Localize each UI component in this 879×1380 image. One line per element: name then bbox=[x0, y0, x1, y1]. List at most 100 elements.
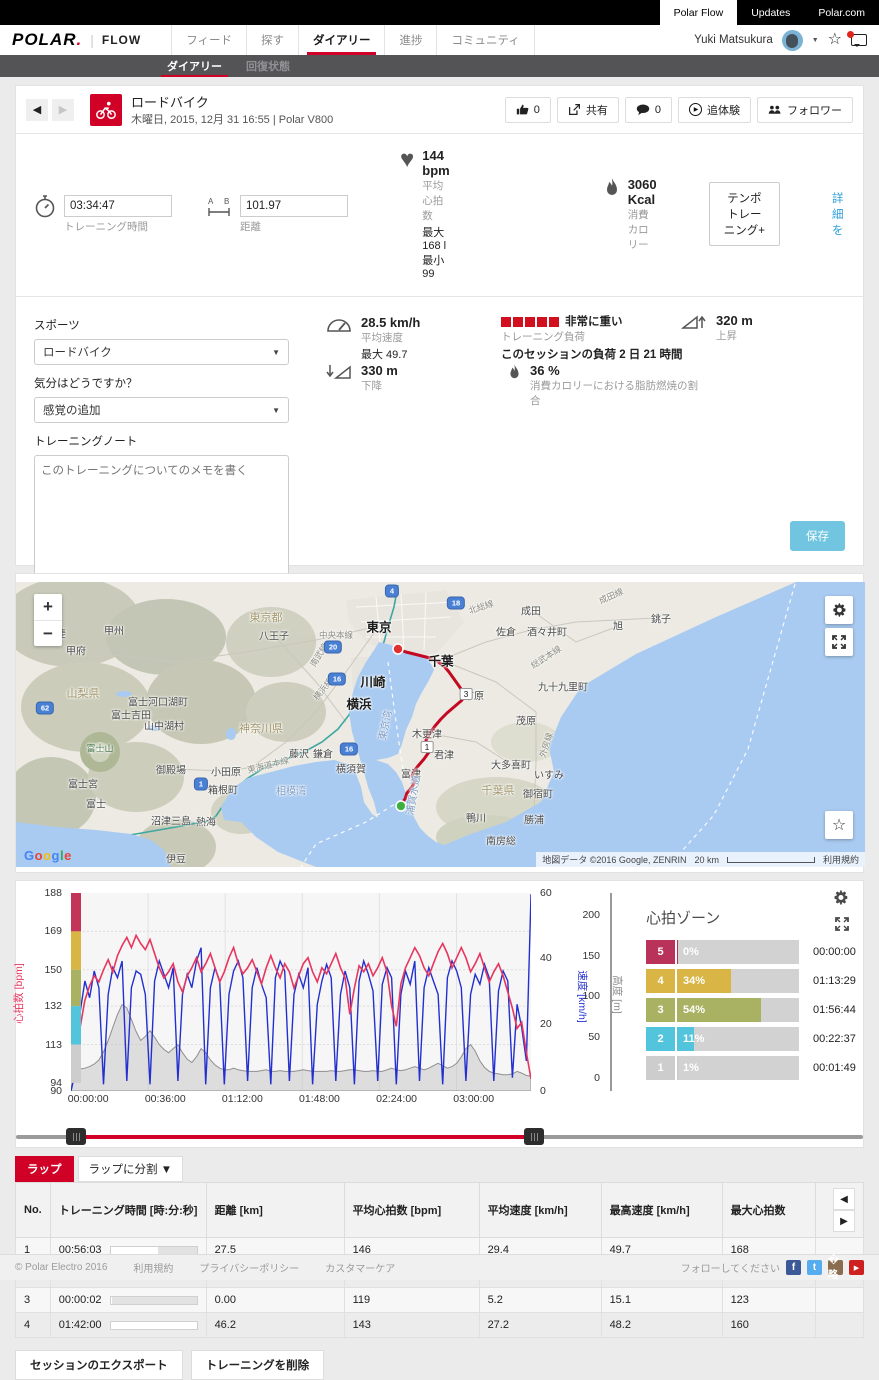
hr-zone-row: 2 11% 00:22:37 bbox=[646, 1027, 864, 1051]
table-row[interactable]: 4 01:42:00 46.2 143 27.2 48.2 160 bbox=[16, 1313, 864, 1338]
sport-select[interactable]: ロードバイク▼ bbox=[34, 339, 289, 365]
lap-column-header: 最高速度 [km/h] bbox=[601, 1183, 722, 1238]
zone-number: 4 bbox=[646, 969, 675, 993]
zone-percent: 11% bbox=[683, 1033, 704, 1045]
user-name[interactable]: Yuki Matsukura bbox=[694, 34, 773, 46]
map-data-credit: 地図データ ©2016 Google, ZENRIN bbox=[542, 853, 686, 866]
nav-item-community[interactable]: コミュニティ bbox=[437, 25, 534, 55]
stats-row: トレーニング時間 AB 距離 ♥ 144 bpm 平均心拍数 最大 168 l … bbox=[16, 134, 863, 297]
notifications-icon[interactable] bbox=[851, 34, 867, 46]
tab-updates[interactable]: Updates bbox=[737, 0, 804, 25]
sub-nav: ダイアリー 回復状態 bbox=[0, 55, 879, 77]
facebook-icon[interactable]: f bbox=[786, 1260, 801, 1275]
metric-ascent: 320 m 上昇 bbox=[681, 313, 753, 343]
nav-item-progress[interactable]: 進捗 bbox=[385, 25, 437, 55]
footer-link-privacy[interactable]: プライバシーポリシー bbox=[199, 1260, 299, 1275]
laps-next-page-button[interactable]: ▶ bbox=[833, 1210, 855, 1232]
followers-icon bbox=[768, 104, 782, 115]
lap-max-hr: 123 bbox=[722, 1288, 815, 1313]
tab-polar-com[interactable]: Polar.com bbox=[804, 0, 879, 25]
metric-descent: 330 m 下降 bbox=[326, 363, 398, 393]
duration-label: トレーニング時間 bbox=[64, 219, 172, 234]
metric-training-load: 非常に重い トレーニング負荷 このセッションの負荷 2 日 21 時間 bbox=[501, 313, 682, 362]
axis-tick: 113 bbox=[45, 1039, 62, 1051]
zone-percent: 1% bbox=[683, 1062, 699, 1074]
training-benefit-button[interactable]: テンポトレーニング+ bbox=[709, 182, 780, 246]
map-attribution: 地図データ ©2016 Google, ZENRIN 20 km 利用規約 bbox=[536, 852, 865, 867]
route-start-marker bbox=[396, 801, 406, 811]
map-terms-link[interactable]: 利用規約 bbox=[823, 853, 859, 866]
lap-max-speed: 48.2 bbox=[601, 1313, 722, 1338]
zoom-in-button[interactable]: + bbox=[34, 594, 62, 620]
distance-input[interactable] bbox=[240, 195, 348, 217]
split-laps-dropdown[interactable]: ラップに分割 ▼ bbox=[78, 1156, 184, 1182]
route-map[interactable]: 東京川崎横浜千葉東京都神奈川県山梨県千葉県八王子甲府甲州甲斐富士吉田山中湖村富士… bbox=[16, 582, 865, 867]
logo-dot: . bbox=[77, 30, 83, 49]
laps-prev-page-button[interactable]: ◀ bbox=[833, 1188, 855, 1210]
footer-link-support[interactable]: カスタマーケア bbox=[325, 1260, 395, 1275]
instagram-icon[interactable]: �略 bbox=[828, 1260, 843, 1275]
zoom-out-button[interactable]: − bbox=[34, 620, 62, 646]
chevron-down-icon[interactable]: ▼ bbox=[812, 37, 819, 44]
top-bar: Polar Flow Updates Polar.com bbox=[0, 0, 879, 25]
stopwatch-icon bbox=[34, 195, 56, 234]
subtab-diary[interactable]: ダイアリー bbox=[155, 55, 234, 77]
comment-icon bbox=[636, 104, 650, 115]
play-circle-icon: ▶ bbox=[689, 103, 702, 116]
duration-input[interactable] bbox=[64, 195, 172, 217]
notes-textarea[interactable] bbox=[34, 455, 289, 585]
comments-button[interactable]: 0 bbox=[625, 97, 672, 123]
lap-no: 4 bbox=[16, 1313, 51, 1338]
zone-number: 5 bbox=[646, 940, 675, 964]
avatar[interactable] bbox=[782, 30, 803, 51]
map-fullscreen-button[interactable] bbox=[825, 628, 853, 656]
map-graphic bbox=[16, 582, 865, 867]
lap-max-speed: 15.1 bbox=[601, 1288, 722, 1313]
subtab-recovery[interactable]: 回復状態 bbox=[234, 55, 302, 77]
prev-session-button[interactable]: ◀ bbox=[26, 99, 48, 121]
zone-time: 01:13:29 bbox=[813, 975, 856, 987]
svg-text:B: B bbox=[224, 197, 229, 206]
slider-handle-left[interactable] bbox=[66, 1128, 86, 1145]
favorites-star-icon[interactable]: ☆ bbox=[828, 32, 842, 48]
zone-number: 3 bbox=[646, 998, 675, 1022]
twitter-icon[interactable]: t bbox=[807, 1260, 822, 1275]
session-form: スポーツ ロードバイク▼ 気分はどうですか？ 感覚の追加▼ トレーニングノート … bbox=[16, 297, 863, 565]
details-link[interactable]: 詳細を bbox=[832, 190, 845, 238]
export-session-button[interactable]: セッションのエクスポート bbox=[15, 1350, 183, 1380]
share-button[interactable]: 共有 bbox=[557, 97, 619, 123]
session-header: ◀ ▶ ロードバイク 木曜日, 2015, 12月 31 16:55 | Pol… bbox=[16, 86, 863, 134]
table-row[interactable]: 3 00:00:02 0.00 119 5.2 15.1 123 bbox=[16, 1288, 864, 1313]
next-session-button[interactable]: ▶ bbox=[52, 99, 74, 121]
session-title: ロードバイク bbox=[131, 92, 333, 111]
save-button[interactable]: 保存 bbox=[790, 521, 845, 551]
youtube-icon[interactable]: ▶ bbox=[849, 1260, 864, 1275]
speed-axis: 6040200 bbox=[534, 893, 560, 1091]
hr-zone-row: 5 0% 00:00:00 bbox=[646, 940, 864, 964]
delete-training-button[interactable]: トレーニングを削除 bbox=[191, 1350, 325, 1380]
map-settings-button[interactable] bbox=[825, 596, 853, 624]
feeling-select[interactable]: 感覚の追加▼ bbox=[34, 397, 289, 423]
time-tick: 02:24:00 bbox=[376, 1093, 417, 1105]
zone-time: 00:01:49 bbox=[813, 1062, 856, 1074]
like-button[interactable]: 0 bbox=[505, 97, 551, 123]
relive-button[interactable]: ▶ 追体験 bbox=[678, 97, 751, 123]
axis-tick: 150 bbox=[582, 950, 600, 962]
chart-plot[interactable] bbox=[71, 893, 531, 1091]
polar-logo[interactable]: POLAR. bbox=[12, 30, 82, 50]
zone-percent: 54% bbox=[683, 1004, 705, 1016]
laps-tab[interactable]: ラップ bbox=[15, 1156, 74, 1182]
zone-bar-track: 34% bbox=[677, 969, 799, 993]
slider-handle-right[interactable] bbox=[524, 1128, 544, 1145]
nav-item-diary[interactable]: ダイアリー bbox=[299, 25, 386, 55]
nav-item-explore[interactable]: 探す bbox=[247, 25, 299, 55]
tab-polar-flow[interactable]: Polar Flow bbox=[660, 0, 738, 25]
footer-link-terms[interactable]: 利用規約 bbox=[133, 1260, 173, 1275]
axis-tick: 40 bbox=[540, 952, 552, 964]
nav-item-feed[interactable]: フィード bbox=[171, 25, 247, 55]
followers-button[interactable]: フォロワー bbox=[757, 97, 853, 123]
avg-hr-label: 平均心拍数 bbox=[422, 178, 449, 223]
lap-column-header: トレーニング時間 [時:分:秒] bbox=[50, 1183, 206, 1238]
map-favorite-button[interactable]: ☆ bbox=[825, 811, 853, 839]
axis-tick: 150 bbox=[44, 964, 62, 976]
